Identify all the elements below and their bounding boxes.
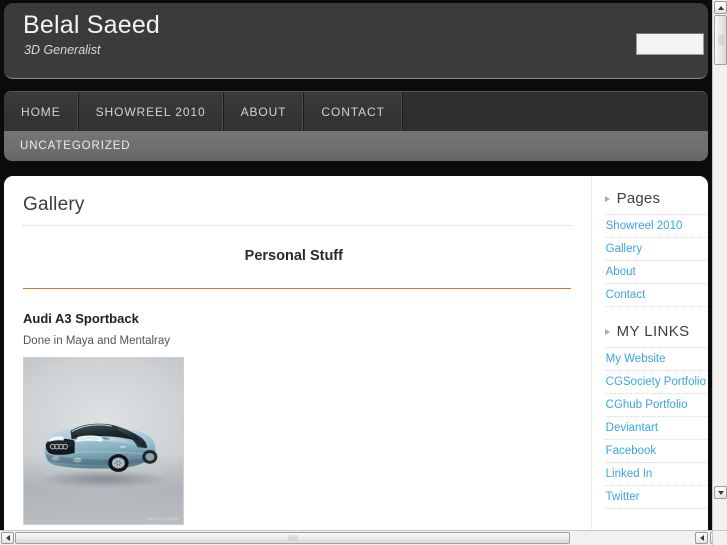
scroll-left-button[interactable] — [1, 532, 14, 544]
sidebar-link-facebook[interactable]: Facebook — [605, 440, 708, 462]
sidebar-link-linked-in[interactable]: Linked In — [605, 463, 708, 485]
scroll-down-button[interactable] — [714, 486, 727, 499]
chevron-right-icon — [604, 328, 612, 336]
car-render-icon — [44, 424, 158, 473]
primary-navigation: HOME SHOWREEL 2010 ABOUT CONTACT — [4, 91, 708, 132]
image-watermark: BELAL SAEED — [147, 516, 179, 521]
list-item: Deviantart — [604, 416, 708, 439]
title-divider — [23, 225, 571, 226]
post-description: Done in Maya and Mentalray — [23, 335, 171, 347]
list-item: Facebook — [604, 439, 708, 462]
nav-item-about[interactable]: ABOUT — [223, 92, 305, 132]
arrow-up-icon — [717, 5, 724, 10]
grip-dots-icon — [718, 35, 723, 45]
browser-viewport: Belal Saeed 3D Generalist HOME SHOWREEL … — [0, 0, 727, 545]
sidebar-link-showreel-2010[interactable]: Showreel 2010 — [605, 215, 708, 237]
site-header: Belal Saeed 3D Generalist — [4, 3, 708, 79]
sidebar-link-about[interactable]: About — [605, 261, 708, 283]
subnav-item-uncategorized[interactable]: UNCATEGORIZED — [4, 140, 131, 152]
site-tagline: 3D Generalist — [24, 43, 101, 57]
widget-pages: Pages Showreel 2010 Gallery About Contac… — [604, 190, 708, 307]
post-title: Audi A3 Sportback — [23, 311, 139, 326]
sidebar: Pages Showreel 2010 Gallery About Contac… — [590, 176, 708, 530]
content-shell: Gallery Personal Stuff Audi A3 Sportback… — [4, 176, 708, 530]
list-item: Twitter — [604, 485, 708, 509]
page-title: Gallery — [23, 194, 85, 215]
list-item: Linked In — [604, 462, 708, 485]
horizontal-scrollbar-thumb[interactable] — [15, 532, 570, 544]
nav-item-home[interactable]: HOME — [4, 92, 79, 132]
search-input[interactable] — [636, 33, 704, 55]
grip-dots-icon — [288, 535, 297, 541]
arrow-left-icon — [699, 535, 704, 541]
widget-pages-title: Pages — [604, 190, 708, 207]
sidebar-link-gallery[interactable]: Gallery — [605, 238, 708, 260]
sidebar-link-cgsociety-portfolio[interactable]: CGSociety Portfolio — [605, 371, 708, 393]
list-item: CGhub Portfolio — [604, 393, 708, 416]
secondary-navigation: UNCATEGORIZED — [4, 131, 708, 161]
list-item: About — [604, 260, 708, 283]
scroll-up-button[interactable] — [714, 1, 727, 14]
widget-my-links-title: MY LINKS — [604, 323, 708, 340]
search-form — [636, 33, 704, 55]
main-column: Gallery Personal Stuff Audi A3 Sportback… — [4, 176, 591, 530]
section-heading: Personal Stuff — [244, 248, 343, 264]
sidebar-link-deviantart[interactable]: Deviantart — [605, 417, 708, 439]
widget-pages-list: Showreel 2010 Gallery About Contact — [604, 214, 708, 307]
widget-my-links: MY LINKS My Website CGSociety Portfolio … — [604, 323, 708, 509]
sidebar-link-cghub-portfolio[interactable]: CGhub Portfolio — [605, 394, 708, 416]
nav-item-showreel-2010[interactable]: SHOWREEL 2010 — [78, 92, 224, 132]
widget-my-links-title-label: MY LINKS — [616, 323, 690, 340]
nav-list: HOME SHOWREEL 2010 ABOUT CONTACT — [4, 92, 708, 132]
post-image[interactable]: BELAL SAEED — [23, 357, 184, 525]
widget-my-links-list: My Website CGSociety Portfolio CGhub Por… — [604, 347, 708, 509]
arrow-left-icon — [5, 535, 10, 541]
vertical-scrollbar-thumb[interactable] — [714, 15, 727, 65]
chevron-right-icon — [604, 195, 612, 203]
list-item: CGSociety Portfolio — [604, 370, 708, 393]
vertical-scrollbar[interactable] — [712, 0, 727, 530]
list-item: My Website — [604, 347, 708, 370]
scrollbar-corner — [712, 530, 727, 545]
sidebar-link-twitter[interactable]: Twitter — [605, 486, 708, 508]
nav-item-contact[interactable]: CONTACT — [304, 92, 403, 132]
site-title: Belal Saeed — [23, 11, 161, 39]
list-item: Gallery — [604, 237, 708, 260]
horizontal-scrollbar[interactable] — [0, 530, 727, 545]
accent-divider — [23, 288, 571, 289]
list-item: Showreel 2010 — [604, 214, 708, 237]
arrow-down-icon — [717, 490, 724, 495]
scroll-left-end-button[interactable] — [695, 532, 708, 544]
page-canvas: Belal Saeed 3D Generalist HOME SHOWREEL … — [0, 0, 712, 530]
widget-pages-title-label: Pages — [616, 190, 661, 207]
sidebar-link-my-website[interactable]: My Website — [605, 348, 708, 370]
list-item: Contact — [604, 283, 708, 307]
sidebar-link-contact[interactable]: Contact — [605, 284, 708, 306]
